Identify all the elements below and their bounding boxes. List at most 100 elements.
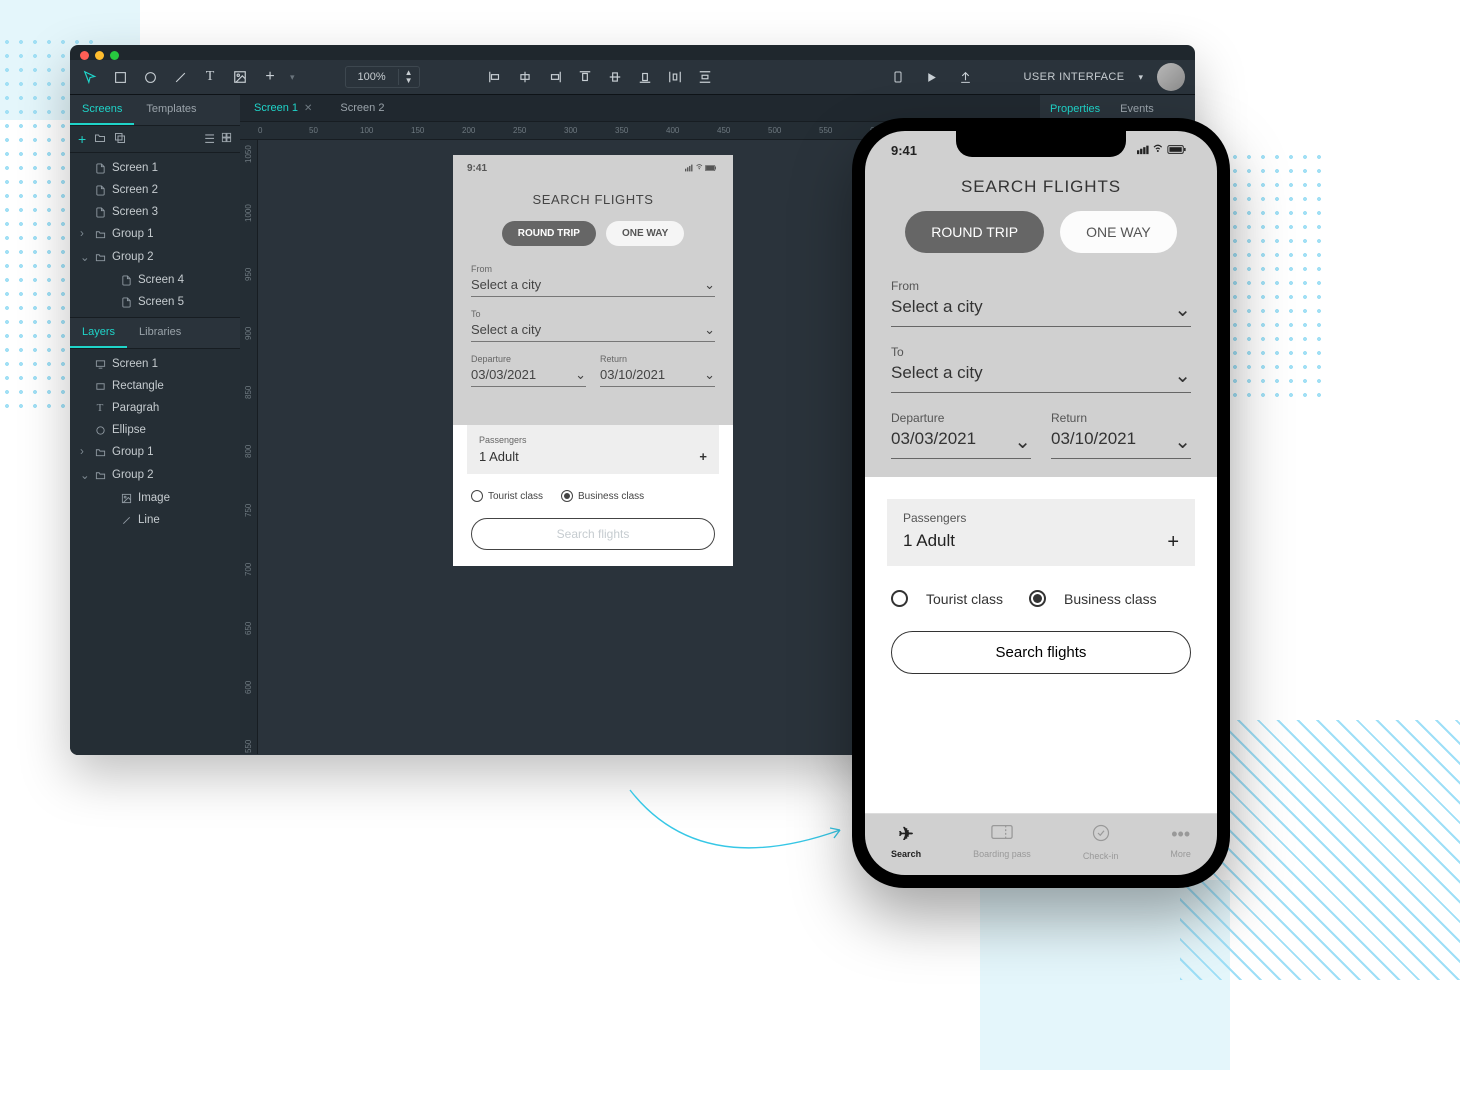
tree-item[interactable]: Screen 4 — [70, 269, 240, 291]
tree-item[interactable]: ⌄Group 2 — [70, 245, 240, 269]
nav-more[interactable]: •••More — [1170, 824, 1191, 861]
align-right-icon[interactable] — [545, 67, 565, 87]
plus-icon: + — [699, 449, 707, 464]
text-icon: T — [94, 402, 106, 414]
rectangle-tool[interactable] — [110, 67, 130, 87]
list-view-icon[interactable]: ☰ — [204, 132, 215, 146]
grid-view-icon[interactable] — [221, 132, 232, 146]
return-field[interactable]: Return 03/10/2021⌄ — [1051, 405, 1191, 459]
user-avatar[interactable] — [1157, 63, 1185, 91]
tree-item[interactable]: Screen 5 — [70, 291, 240, 313]
folder-icon — [94, 469, 106, 481]
pill-oneway[interactable]: ONE WAY — [1060, 211, 1177, 253]
minimize-icon[interactable] — [95, 51, 104, 60]
to-field[interactable]: To Select a city⌄ — [865, 339, 1217, 405]
chevron-down-icon: ⌄ — [704, 277, 715, 293]
close-icon[interactable] — [80, 51, 89, 60]
project-name[interactable]: USER INTERFACE — [1024, 71, 1125, 83]
to-field[interactable]: To Select a city⌄ — [453, 305, 733, 350]
statusbar: 9:41 — [453, 155, 733, 184]
device-preview-icon[interactable] — [888, 67, 908, 87]
status-icons — [685, 163, 719, 176]
chevron-down-icon: ⌄ — [704, 322, 715, 338]
tab-libraries[interactable]: Libraries — [127, 318, 193, 348]
nav-boarding[interactable]: Boarding pass — [973, 824, 1031, 861]
tree-item[interactable]: ›Group 1 — [70, 223, 240, 245]
line-tool[interactable] — [170, 67, 190, 87]
tree-item[interactable]: Screen 2 — [70, 179, 240, 201]
line-icon — [120, 514, 132, 526]
play-icon[interactable] — [922, 67, 942, 87]
folder-icon — [94, 228, 106, 240]
tree-item[interactable]: TParagrah — [70, 397, 240, 419]
from-field[interactable]: From Select a city⌄ — [453, 260, 733, 305]
canvas-tab-screen2[interactable]: Screen 2 — [326, 95, 398, 121]
ruler-vertical: 10501000950900850800750700650600550 — [240, 140, 258, 754]
folder-icon — [94, 446, 106, 458]
align-top-icon[interactable] — [575, 67, 595, 87]
tab-layers[interactable]: Layers — [70, 318, 127, 348]
ellipse-tool[interactable] — [140, 67, 160, 87]
duplicate-icon[interactable] — [114, 132, 126, 147]
align-center-h-icon[interactable] — [515, 67, 535, 87]
ticket-icon — [991, 824, 1013, 845]
add-screen-icon[interactable]: + — [78, 131, 86, 147]
folder-icon[interactable] — [94, 132, 106, 147]
align-middle-icon[interactable] — [605, 67, 625, 87]
passengers-card[interactable]: Passengers 1 Adult+ — [467, 425, 719, 474]
departure-field[interactable]: Departure 03/03/2021⌄ — [471, 350, 586, 395]
nav-search[interactable]: ✈Search — [891, 824, 921, 861]
radio-tourist[interactable]: Tourist class — [471, 490, 543, 502]
tree-item[interactable]: Rectangle — [70, 375, 240, 397]
image-icon — [120, 492, 132, 504]
chevron-down-icon[interactable]: ▾ — [1138, 72, 1143, 83]
pill-roundtrip[interactable]: ROUND TRIP — [502, 221, 596, 246]
tree-item[interactable]: Ellipse — [70, 419, 240, 441]
pill-oneway[interactable]: ONE WAY — [606, 221, 684, 246]
layers-tree: Screen 1RectangleTParagrahEllipse›Group … — [70, 349, 240, 535]
tree-item[interactable]: Screen 3 — [70, 201, 240, 223]
nav-checkin[interactable]: Check-in — [1083, 824, 1119, 861]
tab-screens[interactable]: Screens — [70, 95, 134, 125]
search-flights-button[interactable]: Search flights — [891, 631, 1191, 674]
monitor-icon — [94, 358, 106, 370]
distribute-v-icon[interactable] — [695, 67, 715, 87]
align-left-icon[interactable] — [485, 67, 505, 87]
left-sidebar: Screens Templates + ☰ Screen 1Screen 2Sc… — [70, 95, 240, 755]
tree-item[interactable]: Image — [70, 487, 240, 509]
select-tool[interactable] — [80, 67, 100, 87]
screens-tree: Screen 1Screen 2Screen 3›Group 1⌄Group 2… — [70, 153, 240, 317]
tree-item[interactable]: ⌄Group 2 — [70, 463, 240, 487]
pill-roundtrip[interactable]: ROUND TRIP — [905, 211, 1044, 253]
screen-mock[interactable]: 9:41 SEARCH FLIGHTS ROUND TRIP ONE WAY F… — [453, 155, 733, 566]
upload-icon[interactable] — [956, 67, 976, 87]
return-field[interactable]: Return 03/10/2021⌄ — [600, 350, 715, 395]
align-bottom-icon[interactable] — [635, 67, 655, 87]
image-tool[interactable] — [230, 67, 250, 87]
from-field[interactable]: From Select a city⌄ — [865, 273, 1217, 339]
tree-item[interactable]: Screen 1 — [70, 353, 240, 375]
radio-tourist[interactable] — [891, 590, 908, 607]
distribute-h-icon[interactable] — [665, 67, 685, 87]
passengers-card[interactable]: Passengers 1 Adult+ — [887, 499, 1195, 566]
add-tool[interactable]: + — [260, 67, 280, 87]
canvas-tab-screen1[interactable]: Screen 1✕ — [240, 95, 326, 121]
zoom-stepper-icon[interactable]: ▲▼ — [398, 69, 419, 85]
radio-business[interactable]: Business class — [561, 490, 644, 502]
tree-item[interactable]: Line — [70, 509, 240, 531]
folder-icon — [94, 251, 106, 263]
close-tab-icon[interactable]: ✕ — [304, 103, 312, 114]
maximize-icon[interactable] — [110, 51, 119, 60]
tab-templates[interactable]: Templates — [134, 95, 208, 125]
departure-field[interactable]: Departure 03/03/2021⌄ — [891, 405, 1031, 459]
zoom-control[interactable]: 100% ▲▼ — [345, 66, 420, 88]
phone-device: 9:41 SEARCH FLIGHTS ROUND TRIP ONE WAY F… — [852, 118, 1230, 888]
check-circle-icon — [1092, 824, 1110, 847]
search-flights-button[interactable]: Search flights — [471, 518, 715, 550]
arrow-decoration — [620, 770, 860, 870]
tree-item[interactable]: Screen 1 — [70, 157, 240, 179]
text-tool[interactable]: T — [200, 67, 220, 87]
tree-item[interactable]: ›Group 1 — [70, 441, 240, 463]
radio-business[interactable] — [1029, 590, 1046, 607]
bottom-nav: ✈Search Boarding pass Check-in •••More — [865, 813, 1217, 875]
